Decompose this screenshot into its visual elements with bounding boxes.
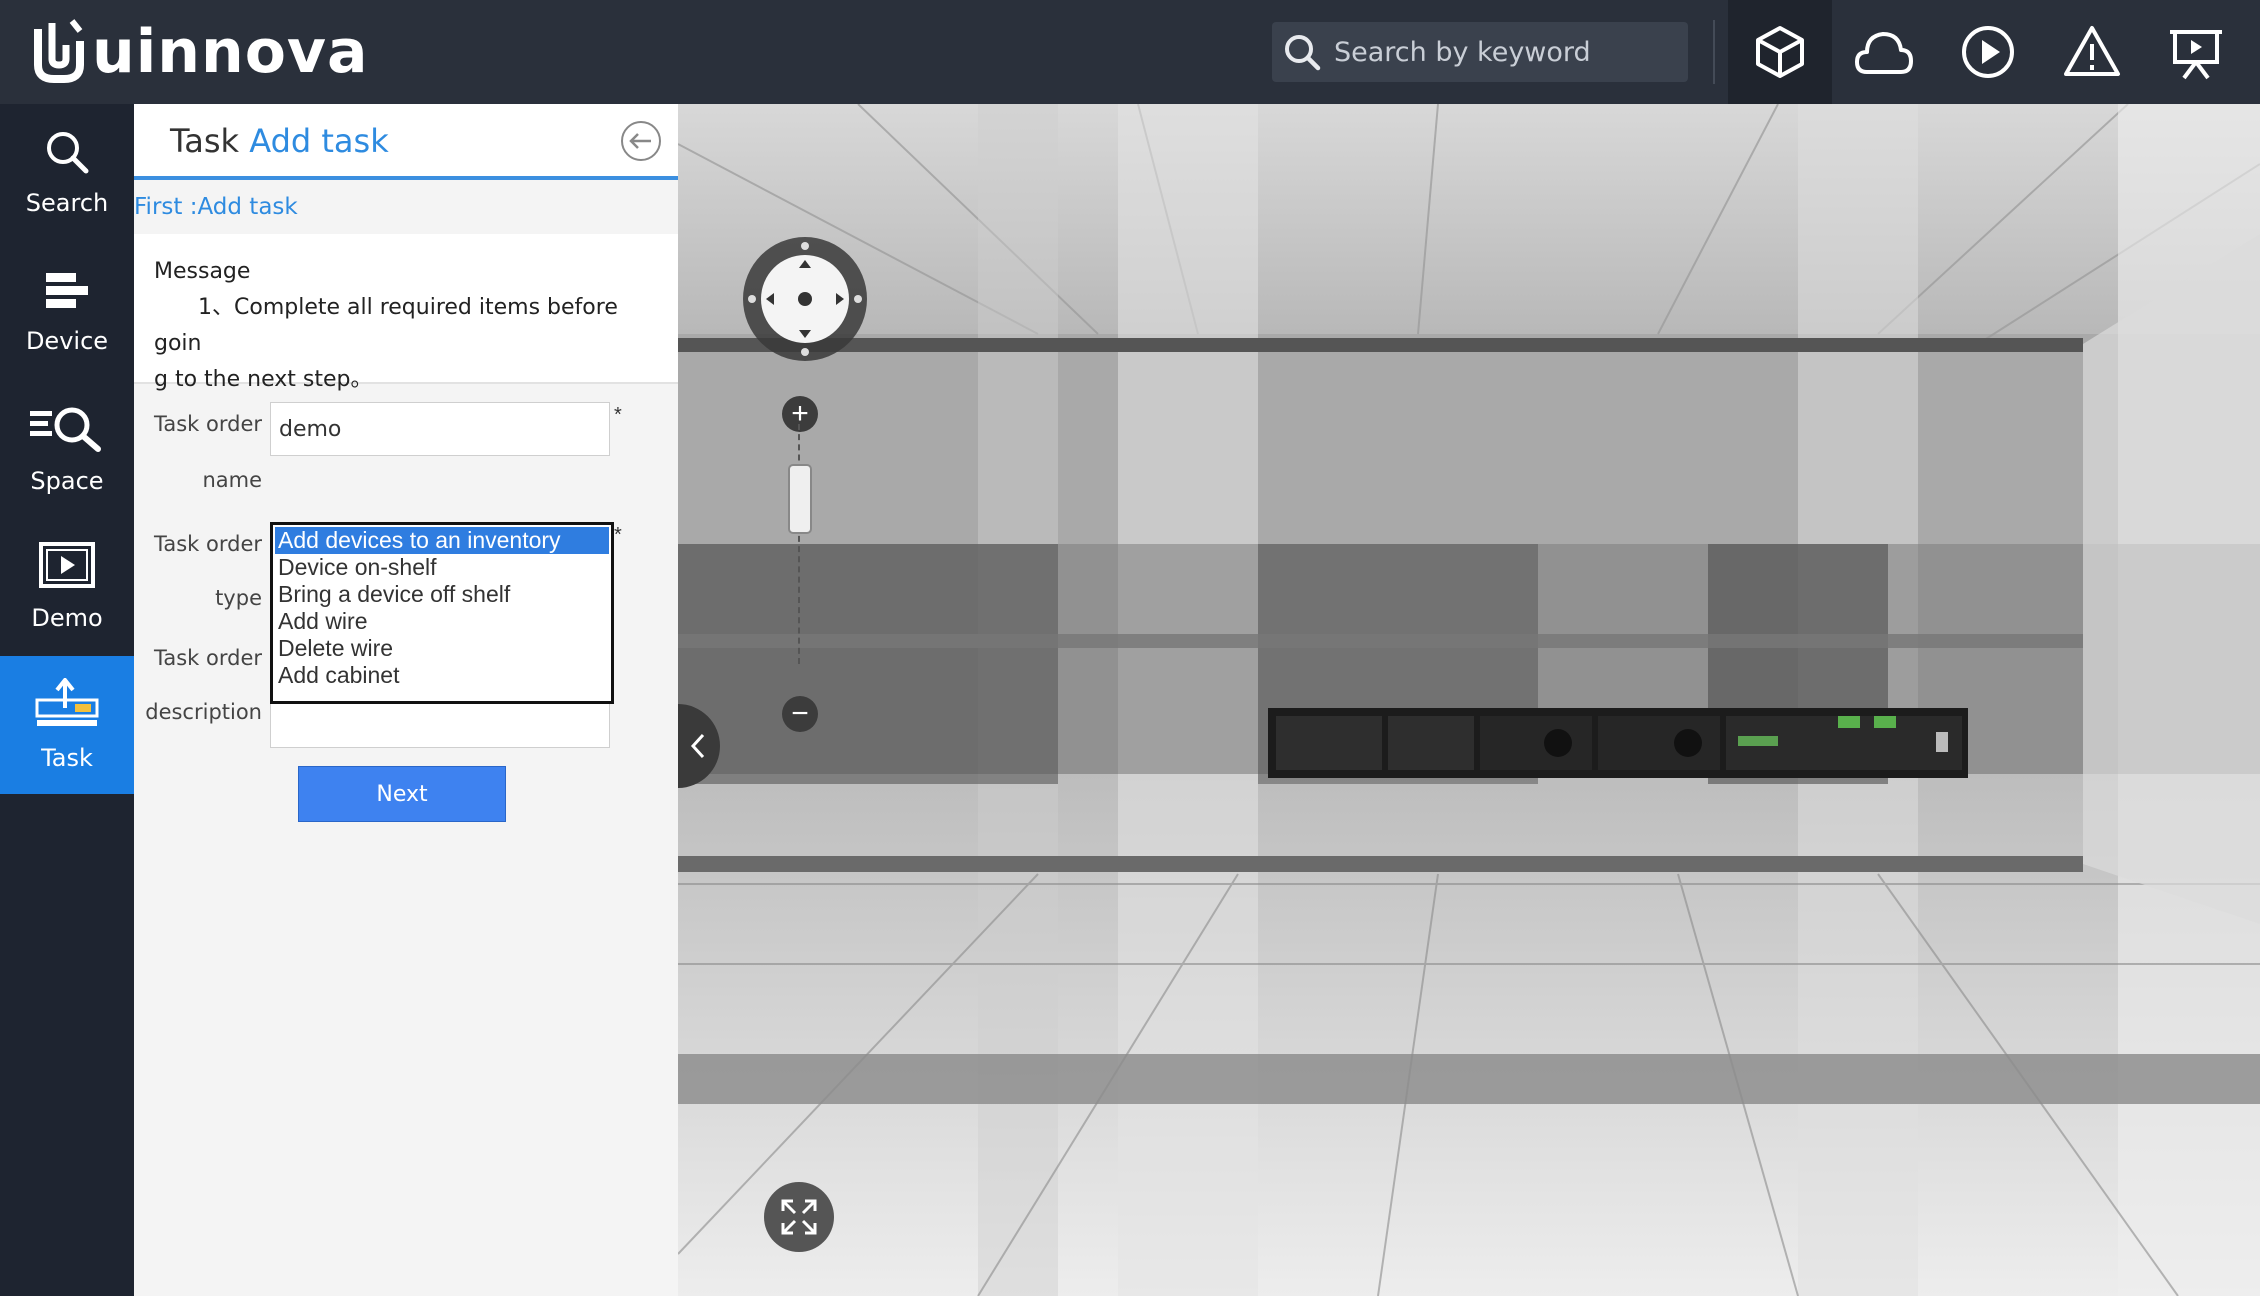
type-option[interactable]: Device on-shelf — [275, 554, 609, 581]
panel-header: Task Add task — [134, 104, 678, 180]
nav-item-label: Space — [30, 467, 104, 495]
play-icon — [1962, 26, 2014, 78]
type-label-line1: Task order — [154, 532, 262, 556]
message-box: Message 1、Complete all required items be… — [134, 234, 678, 392]
presentation-icon — [2170, 30, 2222, 80]
nav-item-search[interactable]: Search — [0, 104, 134, 242]
nav-item-label: Search — [25, 189, 109, 217]
required-mark: * — [614, 404, 622, 426]
play-button[interactable] — [1936, 0, 2040, 104]
panel-title-accent: Add task — [249, 122, 389, 160]
search-icon — [1285, 35, 1321, 71]
datacenter-scene — [678, 104, 2260, 1296]
warning-icon — [2064, 26, 2120, 76]
cloud-icon — [1855, 32, 1913, 74]
type-option[interactable]: Bring a device off shelf — [275, 581, 609, 608]
task-icon — [35, 678, 99, 726]
message-line-2: g to the next step。 — [154, 367, 373, 392]
task-name-input[interactable] — [270, 402, 610, 456]
back-arrow-icon[interactable] — [620, 120, 662, 162]
type-option[interactable]: Add devices to an inventory — [275, 527, 609, 554]
brand-logo[interactable]: uinnova — [32, 14, 369, 90]
next-button[interactable]: Next — [298, 766, 506, 822]
left-nav: Search Device Space Demo Task — [0, 104, 134, 1296]
cube-icon — [1756, 26, 1804, 78]
desc-label-line1: Task order — [154, 646, 262, 670]
type-option[interactable]: Add cabinet — [275, 662, 609, 689]
zoom-in-button[interactable]: + — [782, 396, 818, 432]
presentation-button[interactable] — [2144, 0, 2248, 104]
zoom-slider-handle[interactable] — [788, 464, 812, 534]
zoom-out-button[interactable]: − — [782, 696, 818, 732]
name-label-line1: Task order — [154, 412, 262, 436]
type-option[interactable]: Add wire — [275, 608, 609, 635]
task-panel: Task Add task First :Add task Message 1、… — [134, 104, 678, 1296]
nav-item-device[interactable]: Device — [0, 242, 134, 380]
panel-title-prefix: Task — [170, 122, 240, 160]
zoom-track — [798, 424, 800, 664]
task-type-listbox[interactable]: Add devices to an inventory Device on-sh… — [270, 522, 614, 704]
type-option[interactable]: Delete wire — [275, 635, 609, 662]
nav-item-label: Task — [41, 744, 93, 772]
type-label-line2: type — [215, 586, 262, 610]
nav-item-space[interactable]: Space — [0, 380, 134, 518]
alarm-button[interactable] — [2040, 0, 2144, 104]
message-line-1: 1、Complete all required items before goi… — [154, 295, 618, 356]
search-icon — [47, 132, 89, 174]
top-separator — [1713, 20, 1715, 84]
brand-logo-icon — [34, 19, 84, 83]
3d-viewport[interactable]: + − — [678, 104, 2260, 1296]
device-icon — [46, 273, 88, 308]
top-bar: uinnova — [0, 0, 2260, 104]
nav-item-demo[interactable]: Demo — [0, 518, 134, 656]
step-label: First :Add task — [134, 194, 298, 220]
nav-item-task[interactable]: Task — [0, 656, 134, 794]
cloud-button[interactable] — [1832, 0, 1936, 104]
nav-item-label: Device — [25, 327, 109, 355]
space-icon — [30, 407, 101, 452]
chevron-left-icon — [690, 733, 705, 759]
required-mark: * — [614, 524, 622, 546]
search-input[interactable] — [1334, 36, 1674, 68]
nav-item-label: Demo — [31, 604, 103, 632]
navigation-wheel[interactable] — [740, 234, 870, 364]
fullscreen-button[interactable] — [764, 1182, 834, 1252]
search-box[interactable] — [1272, 22, 1688, 82]
expand-icon — [781, 1199, 817, 1235]
name-label-line2: name — [202, 468, 262, 492]
desc-label-line2: description — [145, 700, 262, 724]
message-title: Message — [154, 259, 251, 284]
brand-name: uinnova — [92, 17, 369, 87]
view-3d-button[interactable] — [1728, 0, 1832, 104]
panel-title: Task Add task — [170, 122, 389, 160]
demo-icon — [39, 542, 95, 588]
